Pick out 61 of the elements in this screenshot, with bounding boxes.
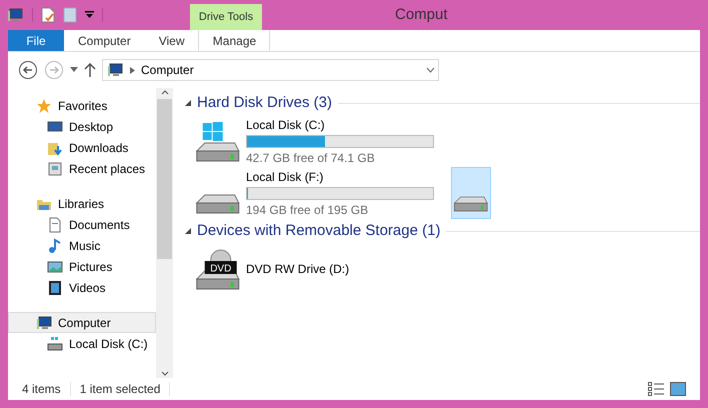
selection-count: 1 item selected xyxy=(80,381,160,398)
monitor-icon xyxy=(47,118,63,134)
picture-icon xyxy=(47,258,63,274)
up-arrow-icon[interactable] xyxy=(84,63,96,77)
details-view-icon[interactable] xyxy=(648,382,664,396)
scroll-down-icon[interactable] xyxy=(160,371,168,376)
sidebar-item[interactable]: Recent places xyxy=(8,158,156,179)
properties-icon[interactable] xyxy=(41,7,55,23)
sidebar-item[interactable]: Documents xyxy=(8,214,156,235)
computer-icon xyxy=(36,314,52,330)
sidebar-item[interactable]: Local Disk (C:) xyxy=(8,333,156,354)
drive-icon xyxy=(47,336,63,352)
drive-tile[interactable]: Local Disk (F:) 194 GB free of 195 GB xyxy=(193,167,445,219)
item-count: 4 items xyxy=(22,381,61,398)
sidebar-item[interactable]: Computer xyxy=(8,312,156,333)
document-icon xyxy=(47,216,63,232)
music-note-icon xyxy=(47,238,63,254)
caret-icon[interactable] xyxy=(70,67,78,73)
computer-icon[interactable] xyxy=(6,7,24,23)
star-icon xyxy=(36,98,52,114)
recent-places-icon xyxy=(47,160,63,176)
sidebar-item[interactable]: Libraries xyxy=(8,193,156,214)
window-title: Comput xyxy=(395,4,448,25)
drive-tile[interactable]: Local Disk (C:) 42.7 GB free of 74.1 GB xyxy=(193,115,445,167)
address-path: Computer xyxy=(141,62,194,79)
sidebar-item[interactable]: Desktop xyxy=(8,116,156,137)
drive-tile[interactable] xyxy=(451,167,491,219)
collapse-icon[interactable] xyxy=(185,100,191,106)
address-bar[interactable]: Computer xyxy=(102,59,439,81)
chevron-down-icon[interactable] xyxy=(426,67,435,73)
hard-disk-icon xyxy=(196,194,240,214)
drive-name: DVD RW Drive (D:) xyxy=(246,261,350,278)
sidebar-item[interactable]: Downloads xyxy=(8,137,156,158)
film-icon xyxy=(47,280,63,296)
sidebar-item[interactable]: Music xyxy=(8,235,156,256)
sidebar-item[interactable]: Pictures xyxy=(8,256,156,277)
ribbon-tab[interactable]: View xyxy=(144,30,198,51)
computer-icon xyxy=(106,62,124,78)
large-icons-view-icon[interactable] xyxy=(670,382,686,396)
dropdown-icon[interactable] xyxy=(85,11,94,19)
context-tab-header: Drive Tools xyxy=(190,4,262,30)
free-space-text: 42.7 GB free of 74.1 GB xyxy=(246,150,376,166)
ribbon-tab[interactable]: Computer xyxy=(64,30,145,51)
chevron-icon xyxy=(130,66,135,74)
hard-disk-icon xyxy=(454,194,488,214)
ribbon-tab[interactable]: File xyxy=(8,30,64,51)
scroll-thumb[interactable] xyxy=(157,99,172,259)
free-space-text: 194 GB free of 195 GB xyxy=(246,202,370,218)
scrollbar[interactable] xyxy=(156,88,173,378)
sidebar-item[interactable]: Favorites xyxy=(8,95,156,116)
sidebar-item[interactable]: Videos xyxy=(8,277,156,298)
collapse-icon[interactable] xyxy=(185,228,191,234)
drive-name: Local Disk (F:) xyxy=(246,168,324,186)
system-disk-icon xyxy=(196,120,240,162)
drive-tile[interactable]: DVD DVD RW Drive (D:) xyxy=(193,243,445,295)
group-header[interactable]: Devices with Removable Storage (1) xyxy=(197,220,440,242)
scroll-up-icon[interactable] xyxy=(160,90,168,95)
group-header[interactable]: Hard Disk Drives (3) xyxy=(197,92,332,114)
back-icon[interactable] xyxy=(18,60,38,80)
drive-name: Local Disk (C:) xyxy=(246,116,326,134)
ribbon-tab[interactable]: Manage xyxy=(198,30,270,51)
